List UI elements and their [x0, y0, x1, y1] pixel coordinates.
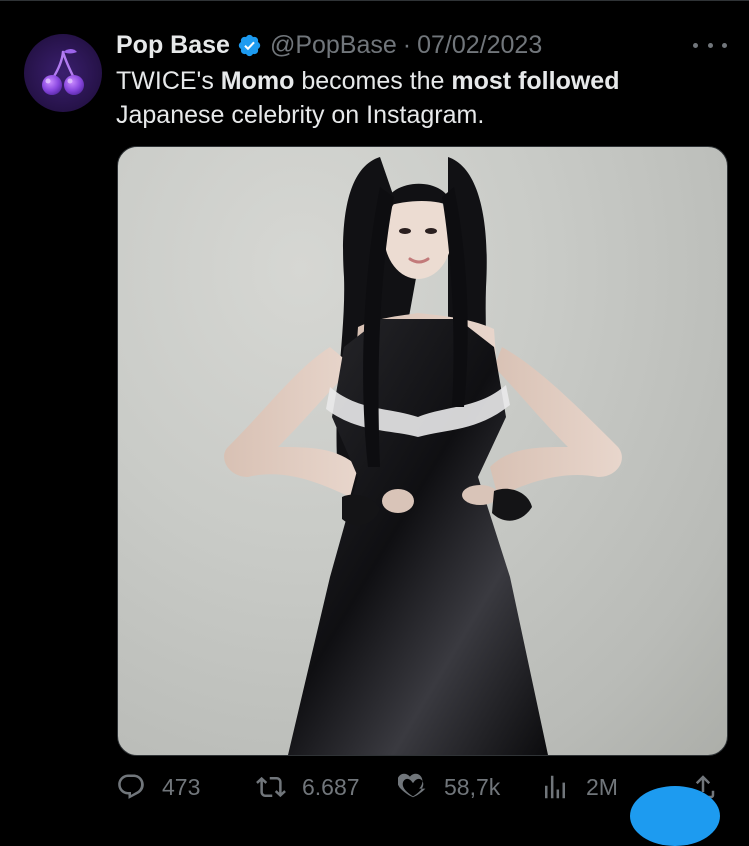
tweet-text-part: TWICE's — [116, 67, 221, 95]
tweet-text-part: becomes the — [294, 67, 452, 95]
tweet-actions: 473 6.687 58,7k 2M — [116, 770, 726, 804]
retweet-action[interactable]: 6.687 — [256, 770, 360, 804]
cherry-icon — [42, 49, 84, 95]
tweet-date[interactable]: 07/02/2023 — [417, 30, 542, 60]
tweet[interactable]: Pop Base @PopBase · 07/02/2023 TWICE's M… — [0, 0, 749, 846]
reply-icon — [116, 772, 146, 802]
tweet-text-bold-phrase: most followed — [451, 67, 620, 95]
handle[interactable]: @PopBase — [270, 30, 397, 60]
reply-count: 473 — [162, 773, 201, 800]
dot-icon — [722, 42, 727, 48]
verified-badge-icon — [237, 33, 262, 58]
photo-illustration — [224, 157, 622, 755]
tweet-text: TWICE's Momo becomes the most followed J… — [116, 64, 726, 132]
dot-icon — [707, 42, 713, 48]
compose-fab-button[interactable] — [630, 786, 720, 846]
tweet-header: Pop Base @PopBase · 07/02/2023 — [116, 30, 542, 60]
reply-action[interactable]: 473 — [116, 770, 200, 804]
tweet-photo[interactable] — [117, 146, 728, 756]
avatar[interactable] — [24, 34, 102, 112]
views-bar-chart-icon — [540, 772, 570, 802]
more-options-icon[interactable] — [693, 34, 727, 56]
tweet-text-part: Japanese celebrity on Instagram. — [116, 101, 485, 129]
heart-icon — [397, 772, 428, 802]
like-count: 58,7k — [444, 773, 501, 800]
dot-icon — [693, 42, 698, 48]
separator-dot: · — [402, 31, 412, 59]
views-count: 2M — [586, 773, 618, 800]
retweet-count: 6.687 — [302, 773, 360, 800]
like-action[interactable]: 58,7k — [397, 770, 501, 804]
display-name[interactable]: Pop Base — [116, 30, 230, 60]
views-action[interactable]: 2M — [540, 770, 618, 804]
tweet-text-bold-name: Momo — [220, 67, 295, 95]
retweet-icon — [256, 772, 286, 802]
